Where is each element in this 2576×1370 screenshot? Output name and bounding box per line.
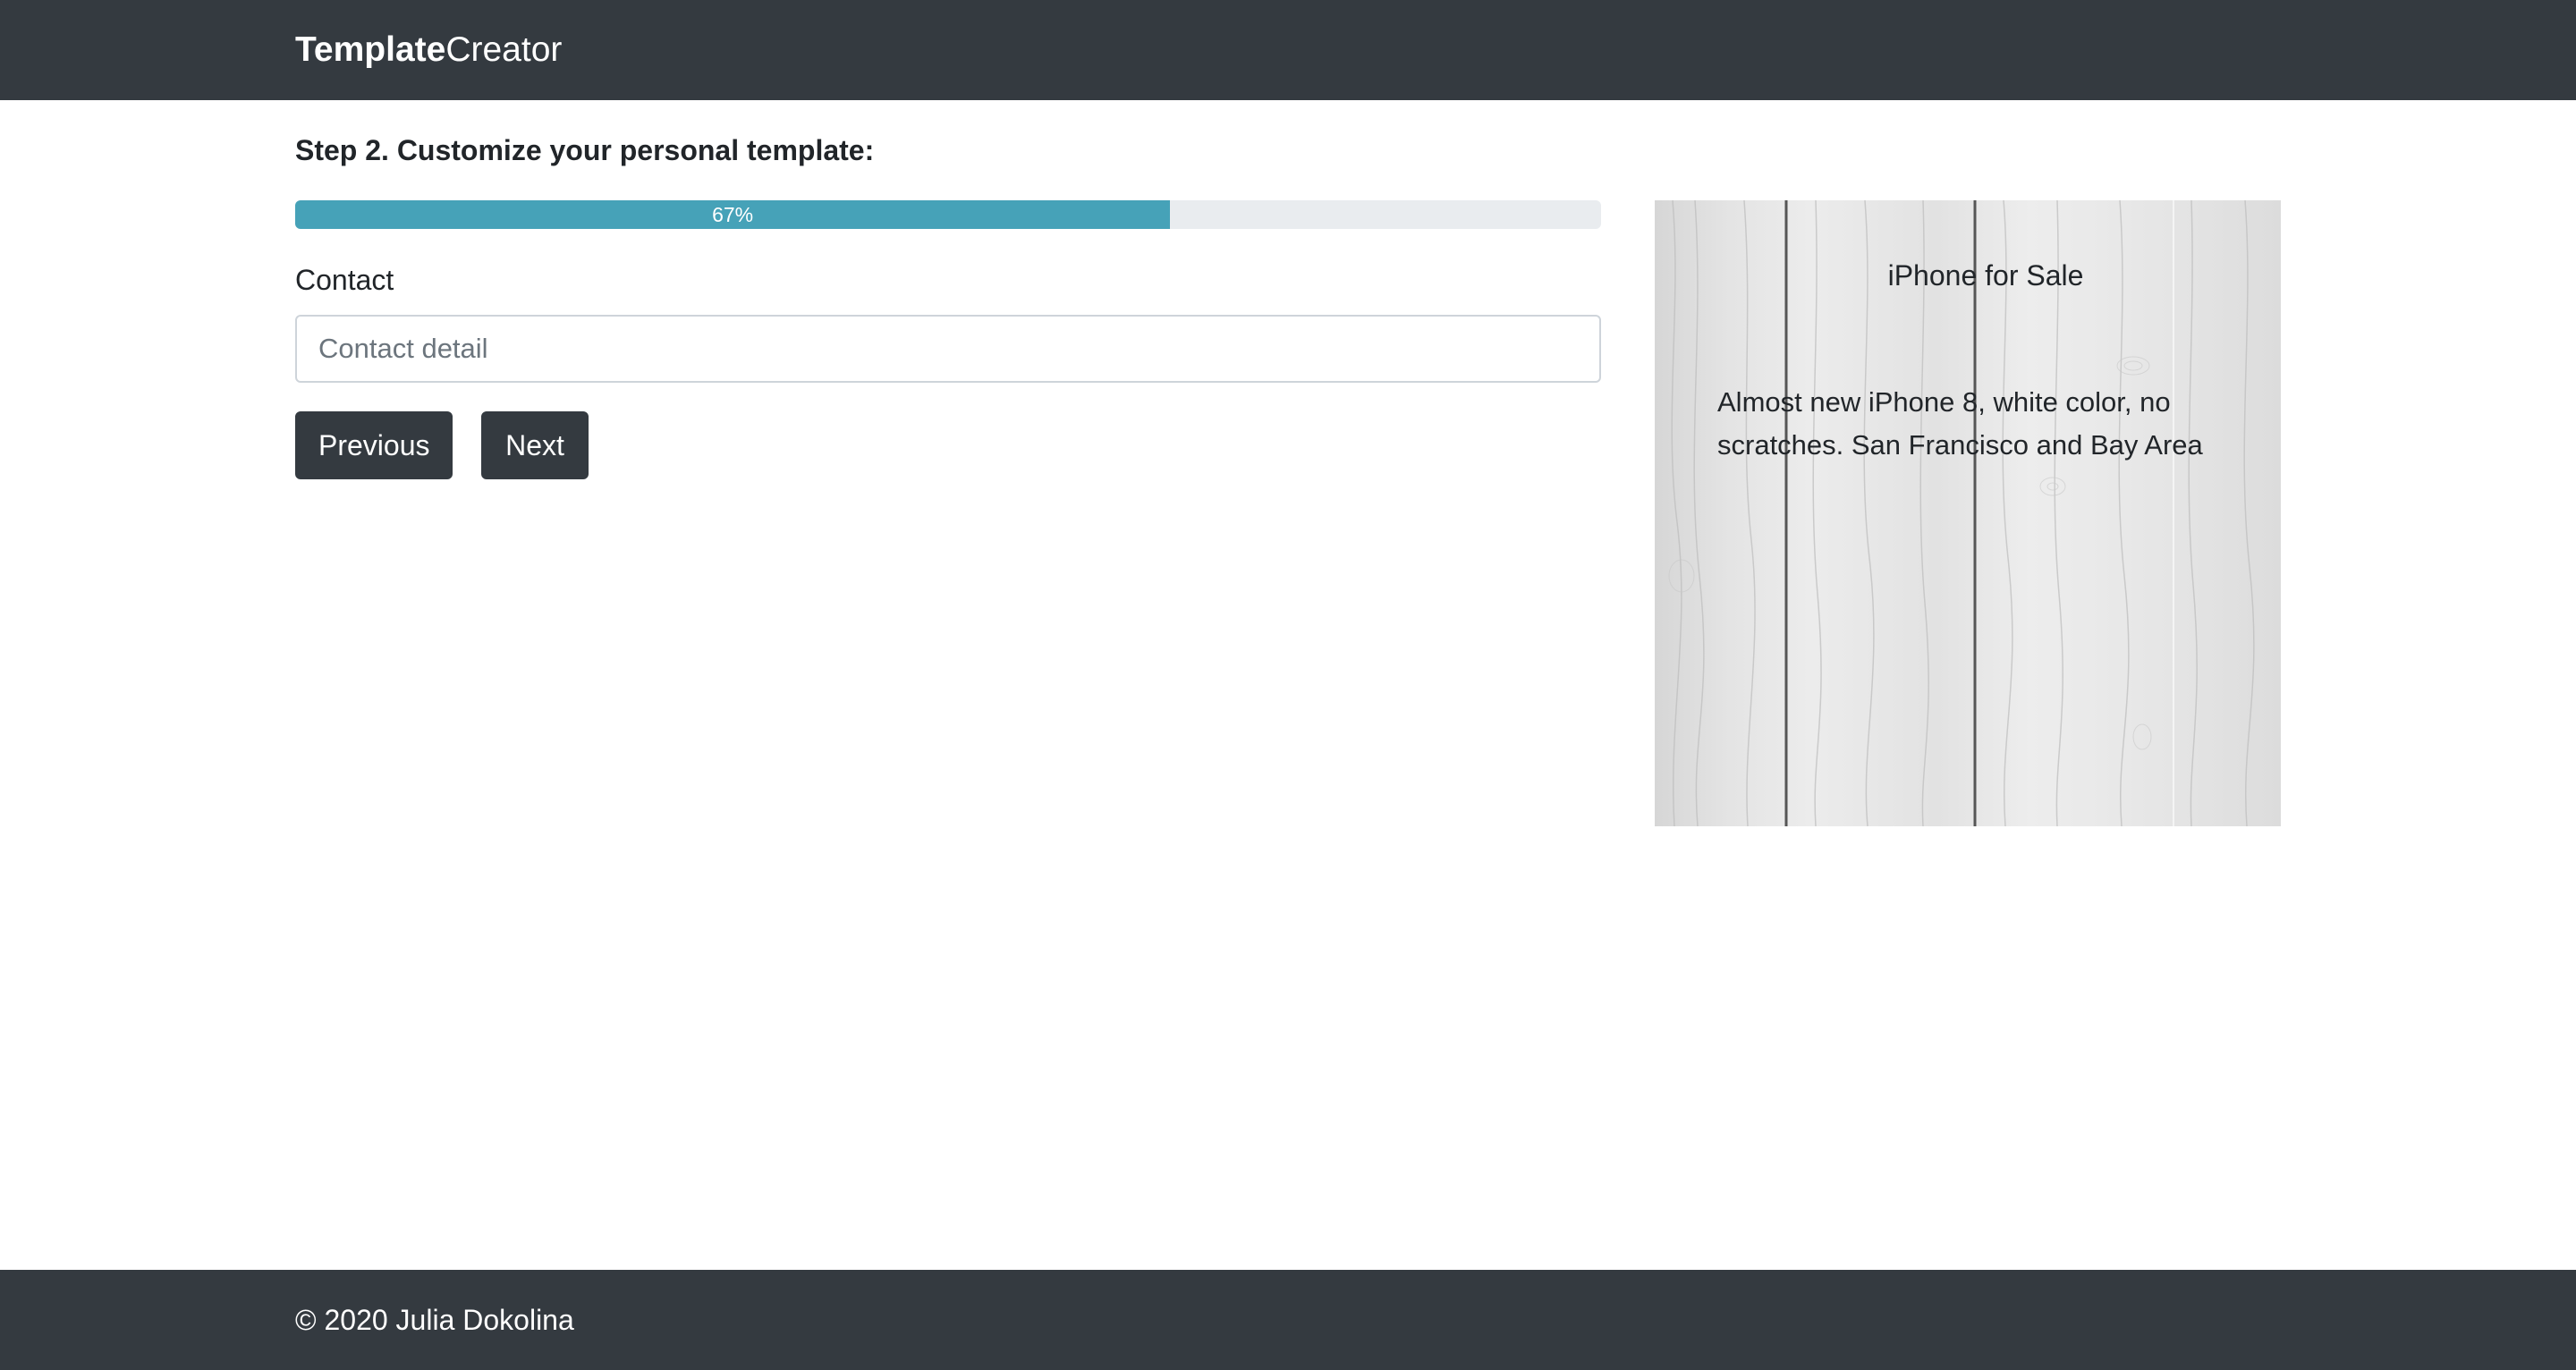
brand-light-text: Creator [445,30,563,69]
footer: © 2020 Julia Dokolina [0,1270,2576,1370]
template-preview: iPhone for Sale Almost new iPhone 8, whi… [1655,200,2281,826]
top-navbar: Template Creator [0,0,2576,100]
brand-logo[interactable]: Template Creator [295,0,562,100]
footer-copyright: © 2020 Julia Dokolina [295,1303,574,1336]
next-button[interactable]: Next [481,411,589,479]
step-heading: Step 2. Customize your personal template… [295,131,874,170]
previous-button[interactable]: Previous [295,411,453,479]
progress-track: 67% [295,200,1601,229]
progress-bar: 67% [295,200,1171,229]
progress-label: 67% [712,202,754,226]
step-number: Step 2. [295,134,389,166]
preview-body: Almost new iPhone 8, white color, no scr… [1717,386,2203,461]
contact-input[interactable] [295,315,1601,383]
step-instruction: Customize your personal template: [388,134,875,166]
contact-label: Contact [295,264,394,296]
brand-bold-text: Template [295,30,446,69]
preview-title: iPhone for Sale [1887,259,2084,292]
